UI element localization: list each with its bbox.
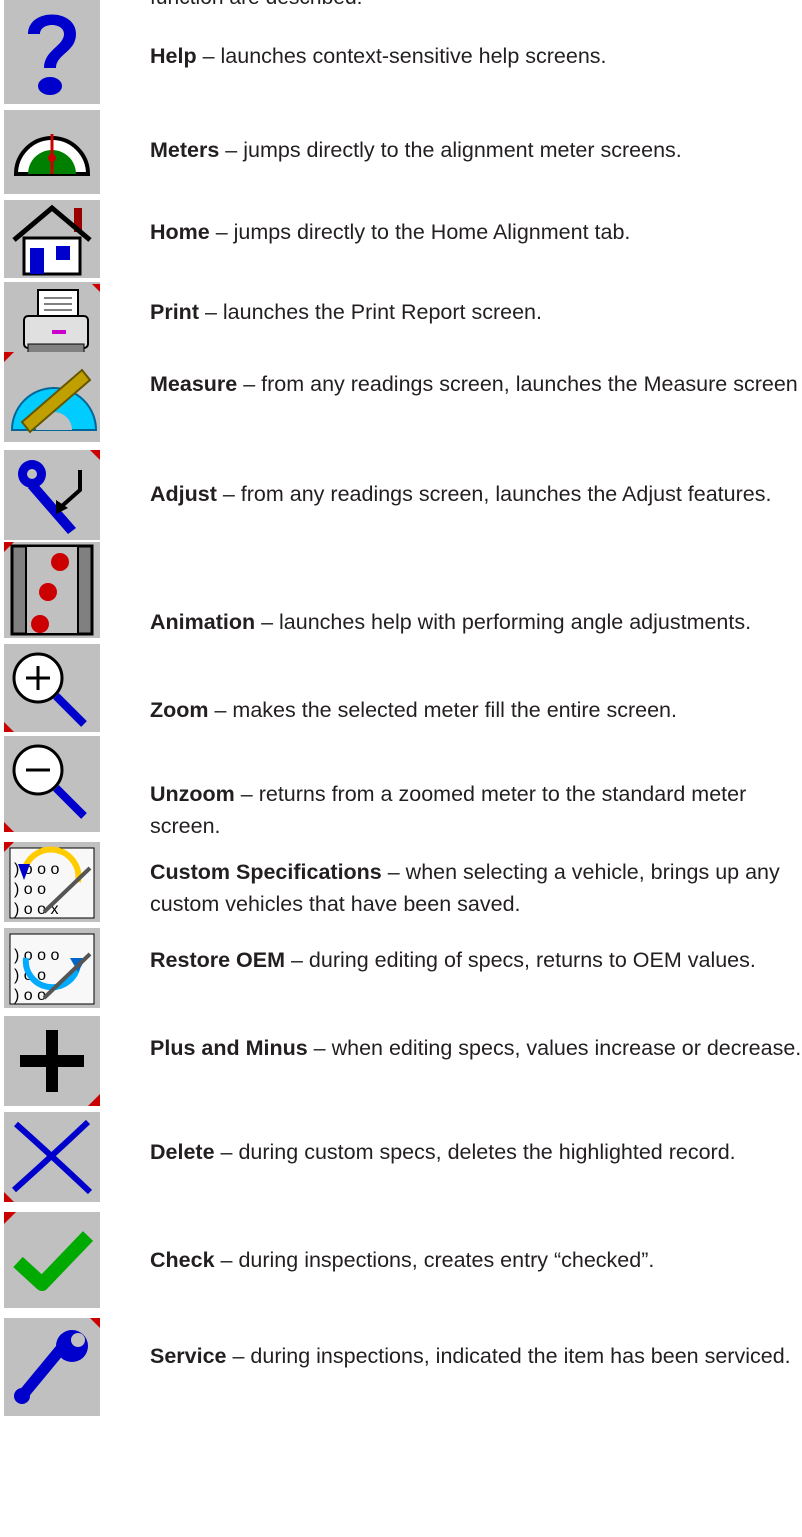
description: – during inspections, indicated the item…	[226, 1344, 791, 1368]
animation-icon[interactable]	[4, 542, 100, 638]
entry-delete: Delete – during custom specs, deletes th…	[150, 1136, 802, 1168]
description: – launches the Print Report screen.	[198, 300, 542, 324]
description: – when editing specs, values increase or…	[307, 1036, 802, 1060]
service-icon[interactable]	[4, 1318, 100, 1416]
unzoom-icon[interactable]	[4, 736, 100, 832]
svg-text:) o o o: ) o o o	[14, 947, 59, 964]
svg-text:) o o: ) o o	[14, 881, 46, 898]
clipped-heading: function are described:	[150, 0, 362, 10]
description: – during editing of specs, returns to OE…	[285, 948, 756, 972]
description: – launches context-sensitive help screen…	[196, 44, 607, 68]
entry-zoom: Zoom – makes the selected meter fill the…	[150, 694, 802, 726]
term: Delete	[150, 1140, 215, 1164]
term: Restore OEM	[150, 948, 286, 972]
entry-meters: Meters – jumps directly to the alignment…	[150, 134, 802, 166]
check-icon[interactable]	[4, 1212, 100, 1308]
entry-animation: Animation – launches help with performin…	[150, 606, 802, 638]
term: Zoom	[150, 698, 209, 722]
description: – jumps directly to the alignment meter …	[219, 138, 682, 162]
home-icon[interactable]	[4, 200, 100, 278]
description: – during inspections, creates entry “che…	[214, 1248, 655, 1272]
svg-text:) o o: ) o o	[14, 987, 46, 1004]
term: Custom Specifications	[150, 860, 382, 884]
entry-print: Print – launches the Print Report screen…	[150, 296, 802, 328]
description: – returns from a zoomed meter to the sta…	[150, 782, 747, 838]
term: Measure	[150, 372, 238, 396]
term: Check	[150, 1248, 215, 1272]
term: Help	[150, 44, 197, 68]
print-icon[interactable]	[4, 282, 100, 362]
term: Adjust	[150, 482, 217, 506]
description: – during custom specs, deletes the highl…	[214, 1140, 736, 1164]
entry-home: Home – jumps directly to the Home Alignm…	[150, 216, 802, 248]
zoom-icon[interactable]	[4, 644, 100, 732]
description: – jumps directly to the Home Alignment t…	[209, 220, 631, 244]
entry-check: Check – during inspections, creates entr…	[150, 1244, 802, 1276]
entry-measure: Measure – from any readings screen, laun…	[150, 368, 802, 400]
entry-service: Service – during inspections, indicated …	[150, 1340, 802, 1372]
term: Meters	[150, 138, 220, 162]
term: Plus and Minus	[150, 1036, 308, 1060]
entry-plus-and-minus: Plus and Minus – when editing specs, val…	[150, 1032, 802, 1064]
term: Home	[150, 220, 210, 244]
entry-unzoom: Unzoom – returns from a zoomed meter to …	[150, 778, 802, 842]
restore-oem-icon[interactable]: ) o o o ) o o ) o o	[4, 928, 100, 1008]
delete-icon[interactable]	[4, 1112, 100, 1202]
entry-adjust: Adjust – from any readings screen, launc…	[150, 478, 802, 510]
description: – launches help with performing angle ad…	[255, 610, 752, 634]
term: Service	[150, 1344, 227, 1368]
term: Print	[150, 300, 199, 324]
description: – from any readings screen, launches the…	[216, 482, 772, 506]
meters-icon[interactable]	[4, 110, 100, 194]
adjust-icon[interactable]	[4, 450, 100, 540]
term: Unzoom	[150, 782, 235, 806]
entry-custom-specifications: Custom Specifications – when selecting a…	[150, 856, 802, 920]
measure-icon[interactable]	[4, 352, 100, 442]
description: – makes the selected meter fill the enti…	[208, 698, 677, 722]
term: Animation	[150, 610, 256, 634]
plus-icon[interactable]	[4, 1016, 100, 1106]
help-icon[interactable]	[4, 0, 100, 104]
entry-help: Help – launches context-sensitive help s…	[150, 40, 802, 72]
entry-restore-oem: Restore OEM – during editing of specs, r…	[150, 944, 802, 976]
description: – from any readings screen, launches the…	[237, 372, 798, 396]
custom-specifications-icon[interactable]: ) o o o ) o o ) o o x	[4, 842, 100, 922]
